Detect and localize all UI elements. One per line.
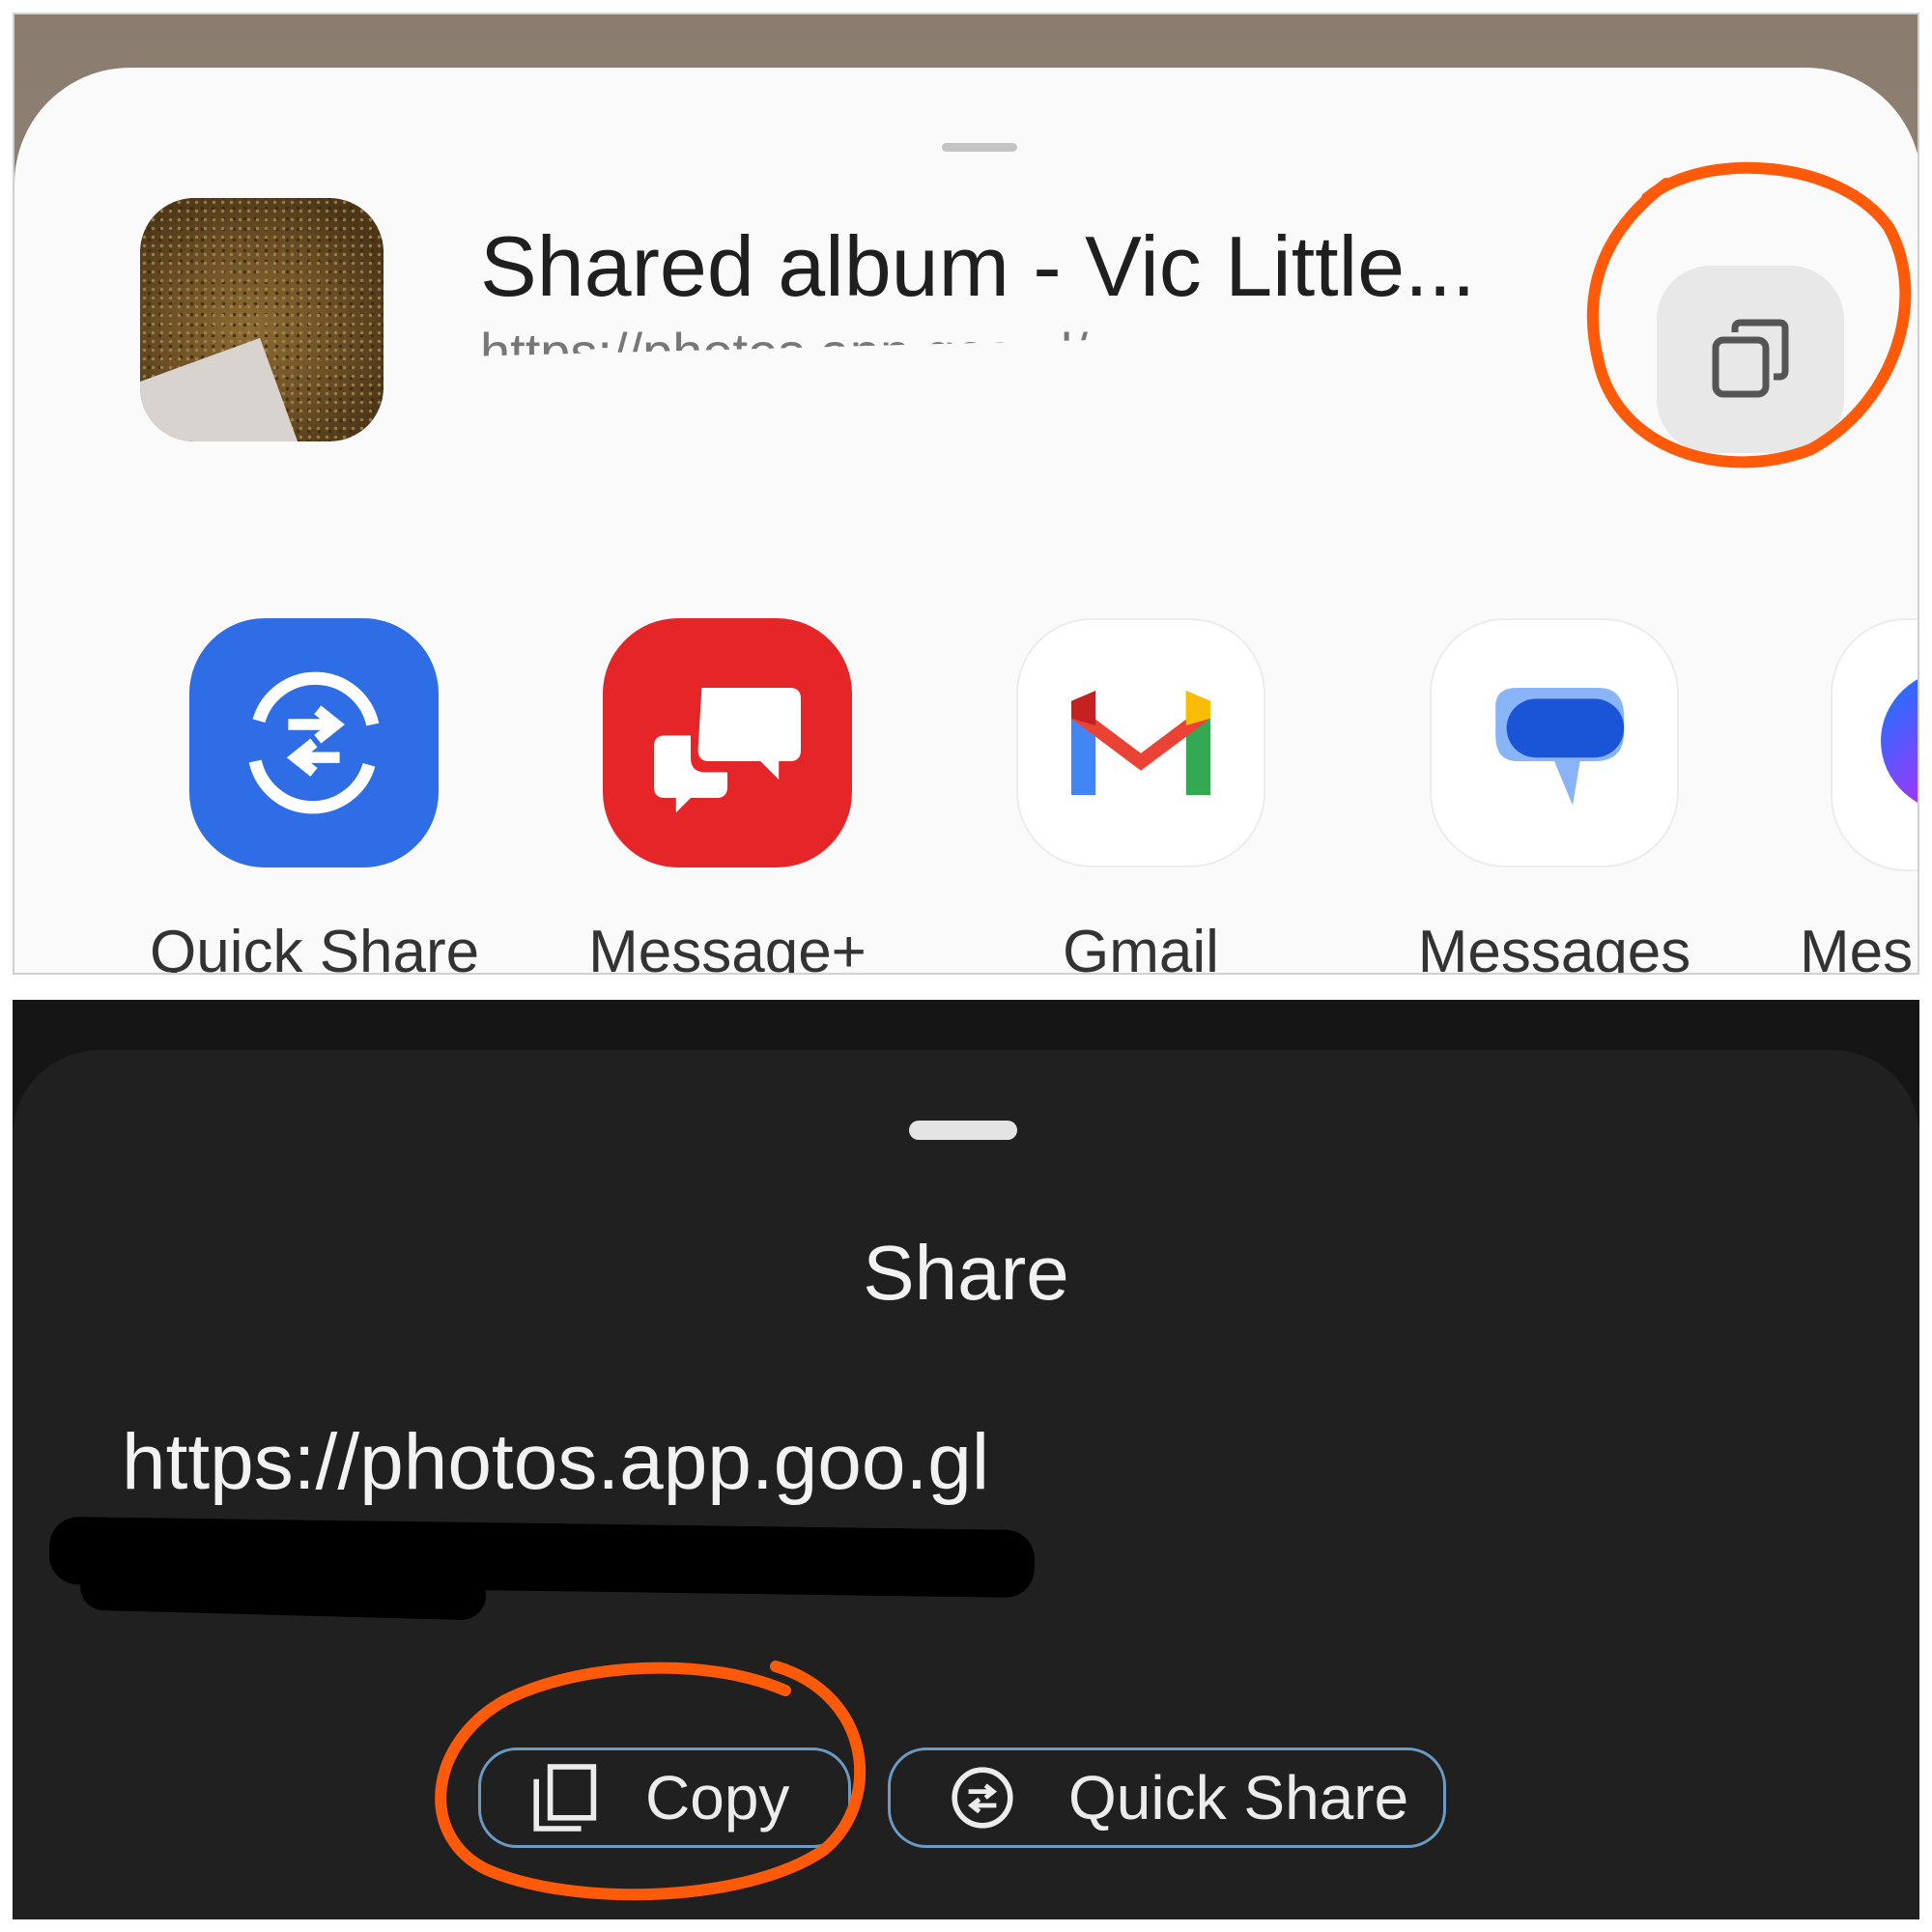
gmail-icon bbox=[1016, 618, 1265, 867]
share-target-quick-share[interactable]: Quick Share bbox=[150, 618, 480, 975]
copy-label: Copy bbox=[645, 1763, 790, 1833]
share-sheet: Share https://photos.app.goo.gl /DCN Cop… bbox=[13, 1050, 1919, 1919]
link-redaction bbox=[79, 1561, 487, 1621]
copy-button[interactable]: Copy bbox=[478, 1747, 851, 1848]
share-link-text: https://photos.app.goo.gl bbox=[122, 1418, 990, 1506]
copy-icon bbox=[1712, 319, 1789, 398]
share-sheet: Shared album - Vic Little... https://pho… bbox=[14, 68, 1918, 975]
app-label: Message+ bbox=[588, 919, 867, 975]
copy-icon bbox=[502, 1759, 626, 1836]
share-target-messages[interactable]: Messages bbox=[1390, 618, 1719, 975]
app-label: Quick Share bbox=[150, 919, 480, 975]
share-target-gmail[interactable]: Gmail bbox=[977, 618, 1305, 975]
quick-share-icon bbox=[189, 618, 439, 867]
message-plus-icon bbox=[603, 618, 852, 867]
shared-album-title: Shared album - Vic Little... bbox=[480, 218, 1476, 314]
copy-link-button[interactable] bbox=[1657, 266, 1844, 453]
share-targets-row: Quick Share Message+ Gmail Messages Mes bbox=[14, 618, 1918, 975]
quick-share-button[interactable]: Quick Share bbox=[888, 1747, 1446, 1848]
image-divider bbox=[0, 975, 1932, 1000]
app-label-partial: Mes bbox=[1800, 919, 1914, 975]
screenshot-frame: Shared album - Vic Little... https://pho… bbox=[0, 0, 1932, 1932]
light-share-sheet-screenshot: Shared album - Vic Little... https://pho… bbox=[13, 13, 1919, 975]
drag-handle[interactable] bbox=[942, 143, 1017, 152]
url-redaction bbox=[428, 328, 1533, 493]
app-label: Gmail bbox=[1063, 919, 1219, 975]
quick-share-label: Quick Share bbox=[1068, 1763, 1409, 1833]
share-title: Share bbox=[863, 1230, 1069, 1316]
app-label: Messages bbox=[1417, 919, 1691, 975]
messenger-icon[interactable] bbox=[1831, 618, 1918, 871]
share-target-message-plus[interactable]: Message+ bbox=[563, 618, 892, 975]
dark-share-sheet-screenshot: Share https://photos.app.goo.gl /DCN Cop… bbox=[13, 1000, 1919, 1919]
quick-share-icon bbox=[929, 1759, 1036, 1836]
album-thumbnail bbox=[140, 198, 384, 441]
drag-handle[interactable] bbox=[909, 1121, 1017, 1140]
google-messages-icon bbox=[1430, 618, 1679, 867]
